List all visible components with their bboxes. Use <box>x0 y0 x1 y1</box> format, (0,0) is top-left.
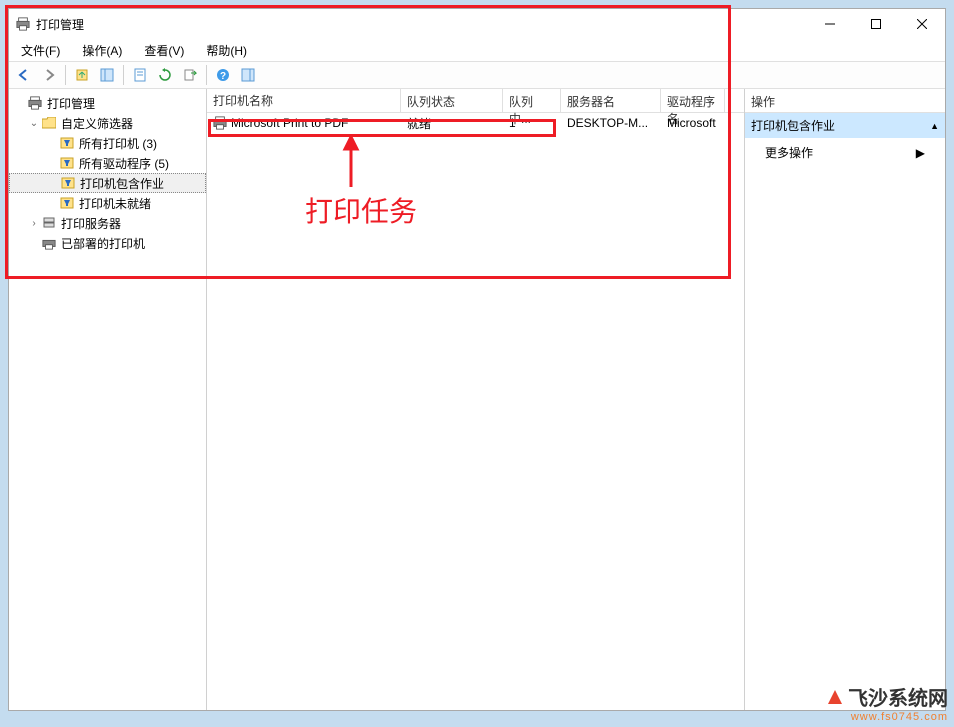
actions-header: 操作 <box>745 89 945 113</box>
watermark-url: www.fs0745.com <box>826 711 948 723</box>
col-server-name[interactable]: 服务器名 <box>561 89 661 112</box>
filter-icon <box>59 155 75 171</box>
list-pane[interactable]: 打印机名称 队列状态 队列中... 服务器名 驱动程序名 Microsoft P… <box>207 89 745 710</box>
list-header: 打印机名称 队列状态 队列中... 服务器名 驱动程序名 <box>207 89 744 113</box>
logo-icon <box>826 688 844 706</box>
jobs-count: 1 <box>503 116 561 130</box>
menu-help[interactable]: 帮助(H) <box>200 40 253 61</box>
tree-root[interactable]: 打印管理 <box>9 93 206 113</box>
show-hide-action-pane-button[interactable] <box>237 64 259 86</box>
minimize-button[interactable] <box>807 9 853 39</box>
printer-icon <box>27 95 43 111</box>
tree-label: 打印管理 <box>47 95 95 112</box>
printer-icon <box>15 16 31 32</box>
toolbar: ? <box>9 61 945 89</box>
toolbar-separator <box>123 65 124 85</box>
main-body: 打印管理 ⌄ 自定义筛选器 所有打印机 (3) 所有驱动程序 (5) 打印机包含… <box>9 89 945 710</box>
up-button[interactable] <box>71 64 93 86</box>
printer-name: Microsoft Print to PDF <box>231 116 348 130</box>
printer-icon <box>213 116 227 130</box>
queue-status: 就绪 <box>401 115 503 132</box>
show-hide-tree-button[interactable] <box>96 64 118 86</box>
actions-pane: 操作 打印机包含作业 ▲ 更多操作 ▶ <box>745 89 945 710</box>
tree-custom-filters[interactable]: ⌄ 自定义筛选器 <box>9 113 206 133</box>
close-button[interactable] <box>899 9 945 39</box>
actions-context-label: 打印机包含作业 <box>751 117 835 134</box>
menu-view[interactable]: 查看(V) <box>138 40 190 61</box>
more-actions-label: 更多操作 <box>765 144 813 161</box>
tree-print-servers[interactable]: › 打印服务器 <box>9 213 206 233</box>
titlebar[interactable]: 打印管理 <box>9 9 945 39</box>
folder-icon <box>41 115 57 131</box>
server-name: DESKTOP-M... <box>561 116 661 130</box>
tree-deployed-printers[interactable]: 已部署的打印机 <box>9 233 206 253</box>
tree-all-printers[interactable]: 所有打印机 (3) <box>9 133 206 153</box>
window-title: 打印管理 <box>36 16 807 33</box>
print-management-window: 打印管理 文件(F) 操作(A) 查看(V) 帮助(H) ? <box>8 8 946 711</box>
col-driver-name[interactable]: 驱动程序名 <box>661 89 725 112</box>
tree-label: 打印机未就绪 <box>79 195 151 212</box>
properties-button[interactable] <box>129 64 151 86</box>
tree-label: 打印服务器 <box>61 215 121 232</box>
back-button[interactable] <box>13 64 35 86</box>
tree-label: 所有打印机 (3) <box>79 135 157 152</box>
help-button[interactable]: ? <box>212 64 234 86</box>
menu-file[interactable]: 文件(F) <box>15 40 66 61</box>
tree-printers-with-jobs[interactable]: 打印机包含作业 <box>9 173 206 193</box>
expand-icon[interactable]: › <box>27 218 41 229</box>
watermark: 飞沙系统网 www.fs0745.com <box>826 682 948 723</box>
menubar: 文件(F) 操作(A) 查看(V) 帮助(H) <box>9 39 945 61</box>
col-printer-name[interactable]: 打印机名称 <box>207 89 401 112</box>
export-button[interactable] <box>179 64 201 86</box>
expand-icon[interactable]: ⌄ <box>27 118 41 129</box>
tree-all-drivers[interactable]: 所有驱动程序 (5) <box>9 153 206 173</box>
printer-icon <box>41 235 57 251</box>
maximize-button[interactable] <box>853 9 899 39</box>
col-queue-status[interactable]: 队列状态 <box>401 89 503 112</box>
col-jobs-in-queue[interactable]: 队列中... <box>503 89 561 112</box>
actions-context[interactable]: 打印机包含作业 ▲ <box>745 113 945 138</box>
more-actions[interactable]: 更多操作 ▶ <box>745 138 945 167</box>
submenu-icon: ▶ <box>916 146 925 160</box>
driver-name: Microsoft <box>661 116 725 130</box>
tree-label: 打印机包含作业 <box>80 175 164 192</box>
tree-label: 自定义筛选器 <box>61 115 133 132</box>
filter-icon <box>59 135 75 151</box>
watermark-brand: 飞沙系统网 <box>848 682 948 711</box>
toolbar-separator <box>206 65 207 85</box>
tree-printers-not-ready[interactable]: 打印机未就绪 <box>9 193 206 213</box>
forward-button[interactable] <box>38 64 60 86</box>
printer-row[interactable]: Microsoft Print to PDF 就绪 1 DESKTOP-M...… <box>207 113 744 133</box>
filter-icon <box>59 195 75 211</box>
tree-pane[interactable]: 打印管理 ⌄ 自定义筛选器 所有打印机 (3) 所有驱动程序 (5) 打印机包含… <box>9 89 207 710</box>
server-icon <box>41 215 57 231</box>
filter-icon <box>60 175 76 191</box>
tree-label: 已部署的打印机 <box>61 235 145 252</box>
toolbar-separator <box>65 65 66 85</box>
collapse-icon: ▲ <box>930 121 939 131</box>
menu-action[interactable]: 操作(A) <box>76 40 128 61</box>
refresh-button[interactable] <box>154 64 176 86</box>
tree-label: 所有驱动程序 (5) <box>79 155 169 172</box>
svg-text:?: ? <box>220 71 226 82</box>
